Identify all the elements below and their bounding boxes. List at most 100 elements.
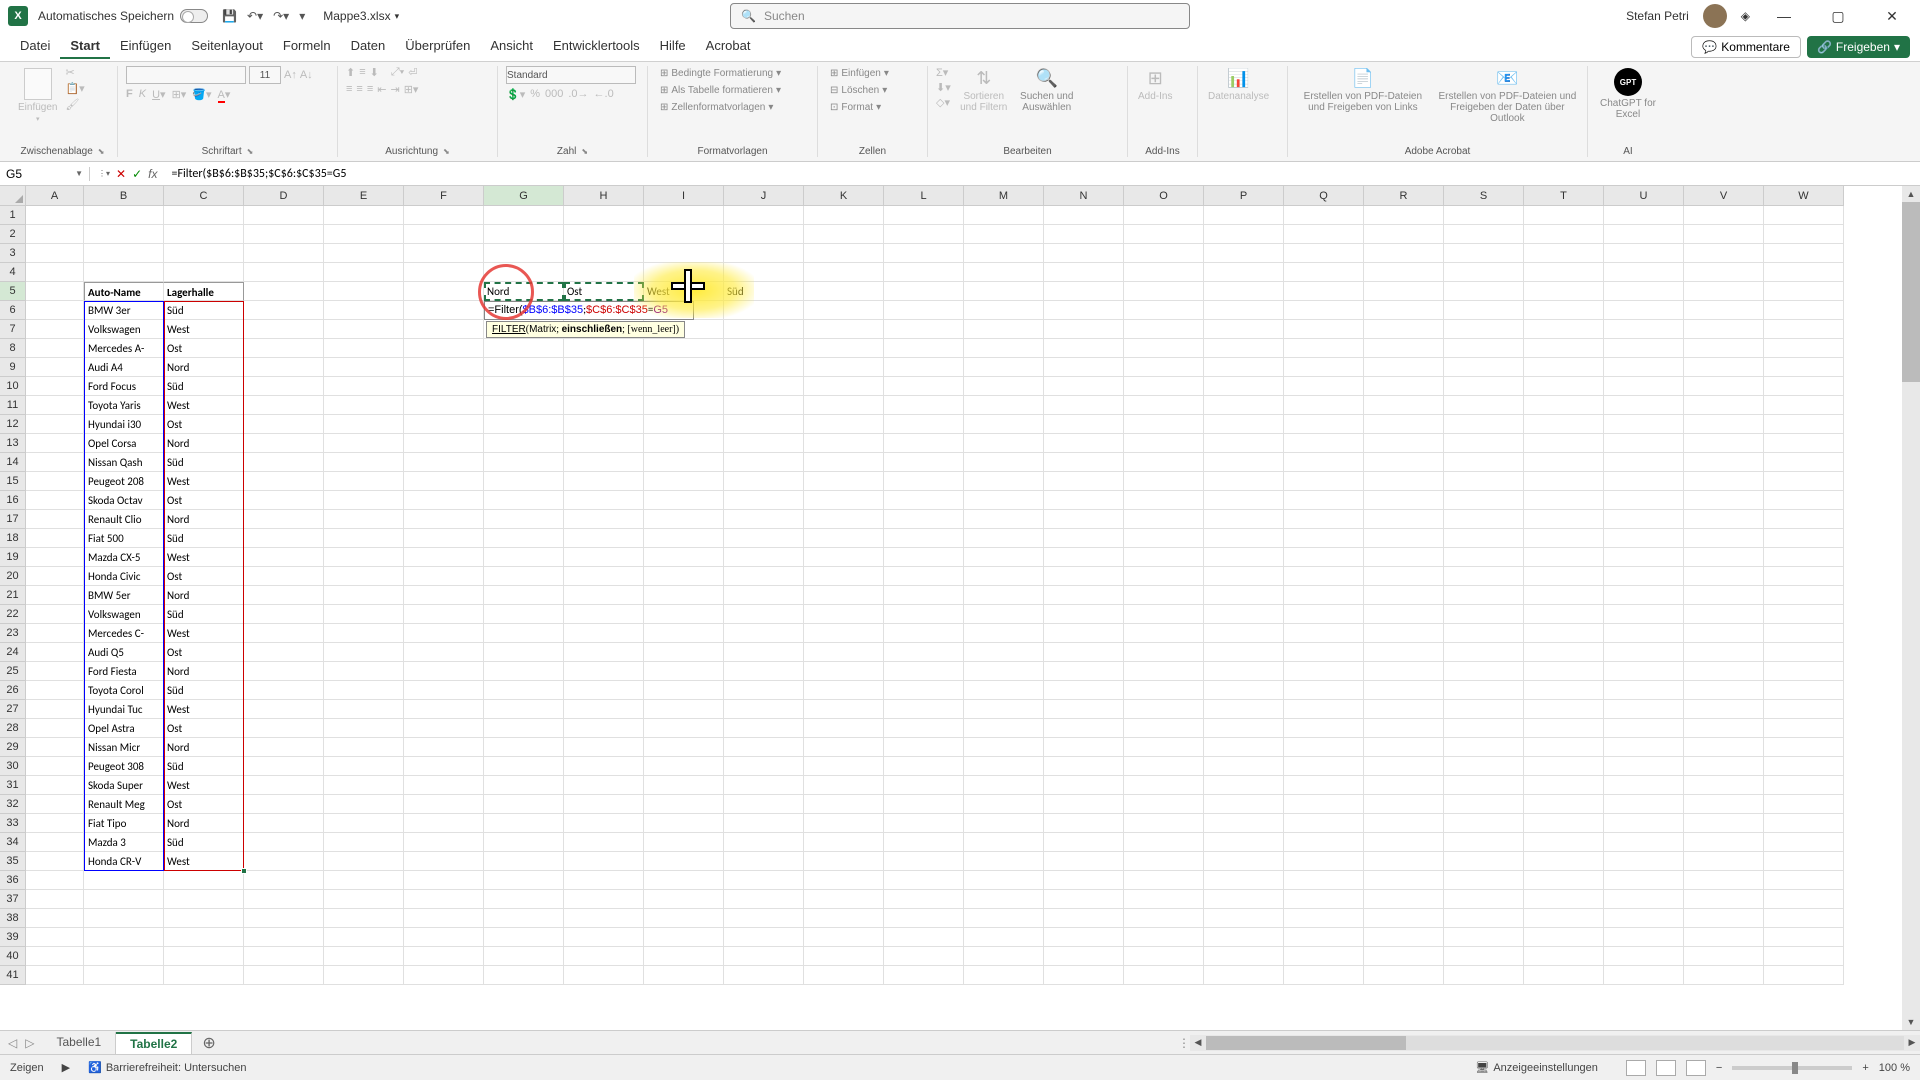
row-header-3[interactable]: 3 (0, 244, 26, 263)
status-accessibility[interactable]: ♿ Barrierefreiheit: Untersuchen (88, 1061, 246, 1074)
col-header-A[interactable]: A (26, 186, 84, 206)
col-header-E[interactable]: E (324, 186, 404, 206)
menu-tab-einfügen[interactable]: Einfügen (110, 34, 181, 59)
cell-B28[interactable]: Opel Astra (84, 719, 164, 738)
comma-icon[interactable]: 000 (545, 88, 563, 101)
row-header-22[interactable]: 22 (0, 605, 26, 624)
cell-C27[interactable]: West (164, 700, 244, 719)
cell-C5[interactable]: Lagerhalle (164, 282, 244, 301)
menu-tab-datei[interactable]: Datei (10, 34, 60, 59)
cell-C18[interactable]: Süd (164, 529, 244, 548)
row-header-35[interactable]: 35 (0, 852, 26, 871)
cell-C20[interactable]: Ost (164, 567, 244, 586)
inc-decimal-icon[interactable]: .0→ (568, 88, 588, 101)
conditional-formatting-button[interactable]: ⊞ Bedingte Formatierung ▾ (656, 66, 785, 81)
share-button[interactable]: 🔗 Freigeben ▾ (1807, 36, 1910, 58)
row-header-28[interactable]: 28 (0, 719, 26, 738)
horizontal-scrollbar[interactable]: ◀ ▶ (1190, 1035, 1920, 1051)
cell-B22[interactable]: Volkswagen (84, 605, 164, 624)
row-header-26[interactable]: 26 (0, 681, 26, 700)
sheet-nav-prev-icon[interactable]: ◁ (8, 1036, 17, 1050)
col-header-Q[interactable]: Q (1284, 186, 1364, 206)
username[interactable]: Stefan Petri (1626, 9, 1689, 23)
number-format-select[interactable] (506, 66, 636, 84)
row-header-7[interactable]: 7 (0, 320, 26, 339)
scroll-thumb[interactable] (1902, 202, 1920, 382)
align-center-icon[interactable]: ≡ (356, 83, 362, 96)
border-icon[interactable]: ⊞▾ (172, 88, 187, 101)
data-analysis-button[interactable]: 📊Datenanalyse (1206, 66, 1271, 104)
format-painter-icon[interactable]: 🖌 (65, 98, 84, 111)
row-header-8[interactable]: 8 (0, 339, 26, 358)
menu-tab-ansicht[interactable]: Ansicht (480, 34, 543, 59)
cell-B23[interactable]: Mercedes C- (84, 624, 164, 643)
cell-C11[interactable]: West (164, 396, 244, 415)
menu-tab-seitenlayout[interactable]: Seitenlayout (181, 34, 273, 59)
row-header-6[interactable]: 6 (0, 301, 26, 320)
row-header-19[interactable]: 19 (0, 548, 26, 567)
cell-B8[interactable]: Mercedes A- (84, 339, 164, 358)
cell-C21[interactable]: Nord (164, 586, 244, 605)
maximize-button[interactable]: ▢ (1818, 8, 1858, 25)
cell-B31[interactable]: Skoda Super (84, 776, 164, 795)
chevron-down-icon[interactable]: ▾ (395, 11, 400, 22)
shrink-font-icon[interactable]: A↓ (300, 69, 313, 81)
cell-I5[interactable]: West (644, 282, 724, 301)
row-header-33[interactable]: 33 (0, 814, 26, 833)
scroll-down-icon[interactable]: ▼ (1902, 1014, 1920, 1030)
autosum-icon[interactable]: Σ▾ (936, 66, 951, 79)
row-header-21[interactable]: 21 (0, 586, 26, 605)
filename[interactable]: Mappe3.xlsx ▾ (323, 9, 399, 23)
col-header-P[interactable]: P (1204, 186, 1284, 206)
cell-B16[interactable]: Skoda Octav (84, 491, 164, 510)
sheet-nav-next-icon[interactable]: ▷ (25, 1036, 34, 1050)
row-header-36[interactable]: 36 (0, 871, 26, 890)
cell-C6[interactable]: Süd (164, 301, 244, 320)
row-header-32[interactable]: 32 (0, 795, 26, 814)
minimize-button[interactable]: — (1764, 8, 1804, 24)
cell-C15[interactable]: West (164, 472, 244, 491)
copy-icon[interactable]: 📋▾ (65, 82, 84, 95)
row-header-12[interactable]: 12 (0, 415, 26, 434)
cell-styles-button[interactable]: ⊞ Zellenformatvorlagen ▾ (656, 100, 777, 115)
currency-icon[interactable]: 💲▾ (506, 88, 525, 101)
qat-more-icon[interactable]: ▾ (299, 9, 305, 23)
close-button[interactable]: ✕ (1872, 8, 1912, 25)
scroll-right-icon[interactable]: ▶ (1904, 1037, 1920, 1048)
indent-dec-icon[interactable]: ⇤ (377, 83, 386, 96)
cell-C35[interactable]: West (164, 852, 244, 871)
status-macro-icon[interactable]: ▶ (62, 1061, 70, 1074)
cell-B9[interactable]: Audi A4 (84, 358, 164, 377)
col-header-R[interactable]: R (1364, 186, 1444, 206)
menu-tab-acrobat[interactable]: Acrobat (696, 34, 761, 59)
vertical-scrollbar[interactable]: ▲ ▼ (1902, 186, 1920, 1030)
row-header-23[interactable]: 23 (0, 624, 26, 643)
comments-button[interactable]: 💬 Kommentare (1691, 36, 1801, 58)
row-header-16[interactable]: 16 (0, 491, 26, 510)
row-header-24[interactable]: 24 (0, 643, 26, 662)
row-header-31[interactable]: 31 (0, 776, 26, 795)
cell-C19[interactable]: West (164, 548, 244, 567)
menu-tab-überprüfen[interactable]: Überprüfen (395, 34, 480, 59)
cell-C16[interactable]: Ost (164, 491, 244, 510)
cell-B14[interactable]: Nissan Qash (84, 453, 164, 472)
delete-cells-button[interactable]: ⊟ Löschen ▾ (826, 83, 891, 98)
save-icon[interactable]: 💾 (222, 9, 237, 23)
cell-C33[interactable]: Nord (164, 814, 244, 833)
col-header-T[interactable]: T (1524, 186, 1604, 206)
zoom-out-icon[interactable]: − (1716, 1062, 1722, 1074)
cell-B25[interactable]: Ford Fiesta (84, 662, 164, 681)
format-cells-button[interactable]: ⊡ Format ▾ (826, 100, 885, 115)
formula-bar[interactable]: =Filter($B$6:$B$35;$C$6:$C$35=G5 (165, 167, 1920, 181)
menu-tab-start[interactable]: Start (60, 34, 110, 59)
cell-B24[interactable]: Audi Q5 (84, 643, 164, 662)
cell-B11[interactable]: Toyota Yaris (84, 396, 164, 415)
row-header-39[interactable]: 39 (0, 928, 26, 947)
col-header-W[interactable]: W (1764, 186, 1844, 206)
wrap-text-icon[interactable]: ⏎ (408, 66, 417, 79)
sheet-tab-tabelle2[interactable]: Tabelle2 (116, 1032, 192, 1054)
cell-C32[interactable]: Ost (164, 795, 244, 814)
col-header-U[interactable]: U (1604, 186, 1684, 206)
insert-cells-button[interactable]: ⊞ Einfügen ▾ (826, 66, 893, 81)
cell-B7[interactable]: Volkswagen (84, 320, 164, 339)
